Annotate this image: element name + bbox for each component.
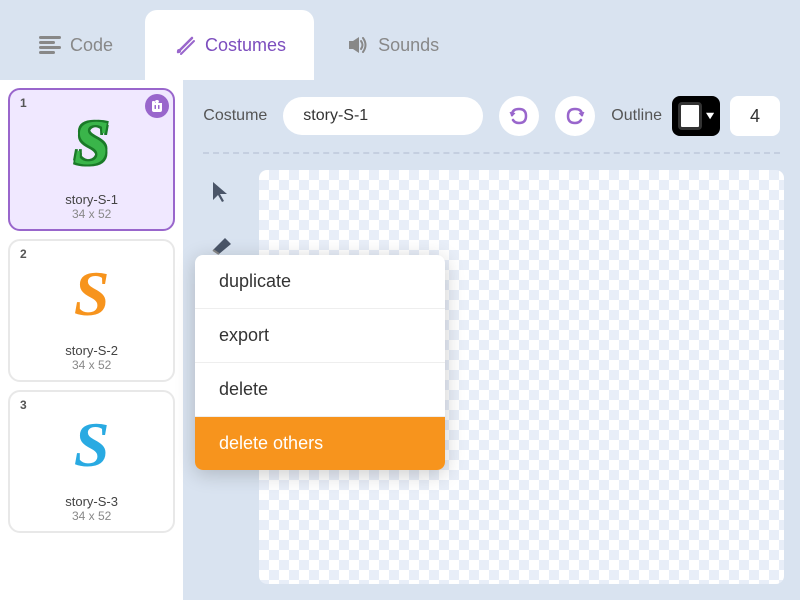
sounds-icon xyxy=(346,33,370,57)
outline-value-input[interactable] xyxy=(730,96,780,136)
costume-toolbar: Costume Outline xyxy=(183,80,800,152)
costume-preview-1: S xyxy=(22,98,162,188)
dropdown-arrow-icon xyxy=(706,112,714,120)
context-menu-export[interactable]: export xyxy=(195,309,445,363)
costume-number-3: 3 xyxy=(20,398,27,412)
costume-name-label-3: story-S-3 xyxy=(65,494,118,509)
tab-costumes-label: Costumes xyxy=(205,35,286,56)
costume-name-input[interactable] xyxy=(283,97,483,135)
costume-item-3[interactable]: 3 S story-S-3 34 x 52 xyxy=(8,390,175,533)
costume-preview-2: S xyxy=(22,249,162,339)
costume-item-2[interactable]: 2 S story-S-2 34 x 52 xyxy=(8,239,175,382)
costume-size-3: 34 x 52 xyxy=(72,509,111,523)
tab-sounds-label: Sounds xyxy=(378,35,439,56)
select-tool-button[interactable] xyxy=(199,170,243,214)
costume-item-1[interactable]: 1 S story-S-1 34 x 52 xyxy=(8,88,175,231)
tab-bar: Code Costumes Sounds xyxy=(0,0,800,80)
costume-name-label-2: story-S-2 xyxy=(65,343,118,358)
tab-code[interactable]: Code xyxy=(10,10,141,80)
context-menu-delete[interactable]: delete xyxy=(195,363,445,417)
code-icon xyxy=(38,33,62,57)
costume-number-2: 2 xyxy=(20,247,27,261)
context-menu-duplicate[interactable]: duplicate xyxy=(195,255,445,309)
costume-name-label-1: story-S-1 xyxy=(65,192,118,207)
costume-size-2: 34 x 52 xyxy=(72,358,111,372)
costume-letter-3: S xyxy=(74,408,110,482)
outline-label: Outline xyxy=(611,107,662,125)
context-menu: duplicate export delete delete others xyxy=(195,255,445,470)
costume-letter-2: S xyxy=(74,257,110,331)
tab-sounds[interactable]: Sounds xyxy=(318,10,467,80)
outline-color-button[interactable] xyxy=(672,96,720,136)
costume-size-1: 34 x 52 xyxy=(72,207,111,221)
context-menu-delete-others[interactable]: delete others xyxy=(195,417,445,470)
outline-color-preview xyxy=(678,102,702,130)
delete-costume-1-button[interactable] xyxy=(145,94,169,118)
costume-list: 1 S story-S-1 34 x 52 2 xyxy=(0,80,183,600)
outline-section: Outline xyxy=(611,96,780,136)
costume-letter-1: S xyxy=(74,106,110,180)
costume-number-1: 1 xyxy=(20,96,27,110)
undo-button[interactable] xyxy=(499,96,539,136)
costume-preview-3: S xyxy=(22,400,162,490)
costume-field-label: Costume xyxy=(203,107,267,125)
tab-code-label: Code xyxy=(70,35,113,56)
costumes-icon xyxy=(173,33,197,57)
tab-costumes[interactable]: Costumes xyxy=(145,10,314,80)
redo-button[interactable] xyxy=(555,96,595,136)
